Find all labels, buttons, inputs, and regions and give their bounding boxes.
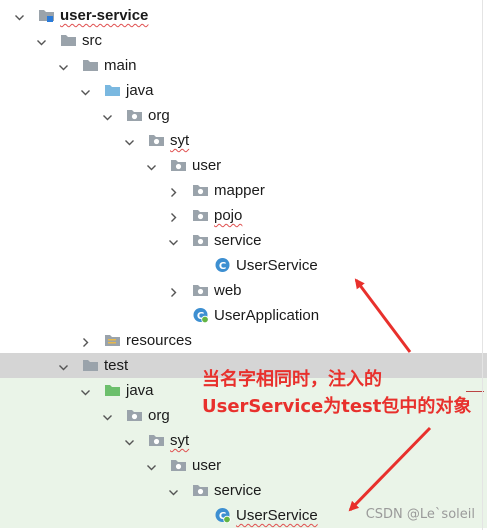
chevron-down-icon[interactable] [168,235,179,246]
tree-item-label: src [82,32,102,49]
svg-text:C: C [219,261,226,272]
spring-class-icon: C [214,507,231,524]
tree-item-label: java [126,82,154,99]
tree-item-label: mapper [214,182,265,199]
tree-row-service[interactable]: service [0,478,487,503]
chevron-down-icon[interactable] [168,485,179,496]
annotation-line-1: 当名字相同时，注入的 [202,369,382,390]
chevron-down-icon[interactable] [80,85,91,96]
annotation-line-2: UserService为test包中的对象 [202,396,472,417]
package-icon [192,282,209,298]
chevron-right-icon[interactable] [80,335,91,347]
package-icon [192,182,209,198]
tree-item-label: user [192,157,222,174]
test-root-folder-icon [104,382,121,398]
chevron-down-icon[interactable] [146,160,157,171]
package-icon [192,207,209,223]
class-icon: C [214,257,231,273]
chevron-down-icon[interactable] [124,135,135,146]
watermark: CSDN @Le`soleil [365,507,475,522]
scrollbar-track[interactable] [482,0,483,530]
tree-item-label: service [214,232,262,249]
package-icon [126,407,143,423]
module-folder-icon [38,7,55,23]
chevron-right-icon[interactable] [168,185,179,197]
chevron-down-icon[interactable] [58,360,69,371]
source-root-folder-icon [104,82,121,98]
tree-item-label: pojo [214,207,243,224]
tree-item-label: service [214,482,262,499]
package-icon [192,232,209,248]
spring-class-icon: C [192,307,209,324]
package-icon [192,482,209,498]
tree-row-resources[interactable]: resources [0,328,487,353]
package-icon [126,107,143,123]
tree-row-syt[interactable]: syt [0,128,487,153]
tree-row-java[interactable]: java [0,78,487,103]
tree-row-userapplication[interactable]: C UserApplication [0,303,487,328]
tree-item-label: user [192,457,222,474]
folder-icon [60,32,77,48]
chevron-down-icon[interactable] [36,35,47,46]
folder-icon [82,57,99,73]
folder-icon [82,357,99,373]
chevron-down-icon[interactable] [124,435,135,446]
tree-row-web[interactable]: web [0,278,487,303]
tree-row-pojo[interactable]: pojo [0,203,487,228]
chevron-down-icon[interactable] [14,10,25,21]
tree-row-userservice[interactable]: C UserService [0,253,487,278]
tree-item-label: user-service [60,7,149,24]
chevron-down-icon[interactable] [102,110,113,121]
tree-item-label: syt [170,432,190,449]
tree-item-label: org [148,407,170,424]
package-icon [148,432,165,448]
annotation-text: 当名字相同时，注入的 UserService为test包中的对象 [202,366,471,420]
chevron-down-icon[interactable] [80,385,91,396]
tree-item-label: java [126,382,154,399]
tree-item-label: org [148,107,170,124]
tree-item-label: main [104,57,137,74]
package-icon [170,157,187,173]
tree-row-user[interactable]: user [0,153,487,178]
chevron-down-icon[interactable] [58,60,69,71]
project-tree: user-service src main java org syt user mapper p… [0,0,487,530]
tree-row-org[interactable]: org [0,103,487,128]
package-icon [170,457,187,473]
tree-row-user[interactable]: user [0,453,487,478]
chevron-down-icon[interactable] [102,410,113,421]
tree-item-label: test [104,357,129,374]
tree-row-mapper[interactable]: mapper [0,178,487,203]
tree-item-label: UserService [236,507,318,524]
package-icon [148,132,165,148]
tree-item-label: web [214,282,242,299]
tree-row-service[interactable]: service [0,228,487,253]
tree-row-main[interactable]: main [0,53,487,78]
chevron-right-icon[interactable] [168,285,179,297]
tree-row-src[interactable]: src [0,28,487,53]
tree-item-label: UserApplication [214,307,320,324]
chevron-down-icon[interactable] [146,460,157,471]
chevron-right-icon[interactable] [168,210,179,222]
tree-row-syt[interactable]: syt [0,428,487,453]
tree-item-label: syt [170,132,190,149]
resources-folder-icon [104,332,121,348]
tree-item-label: resources [126,332,192,349]
tree-item-label: UserService [236,257,318,274]
tree-row-user-service[interactable]: user-service [0,3,487,28]
